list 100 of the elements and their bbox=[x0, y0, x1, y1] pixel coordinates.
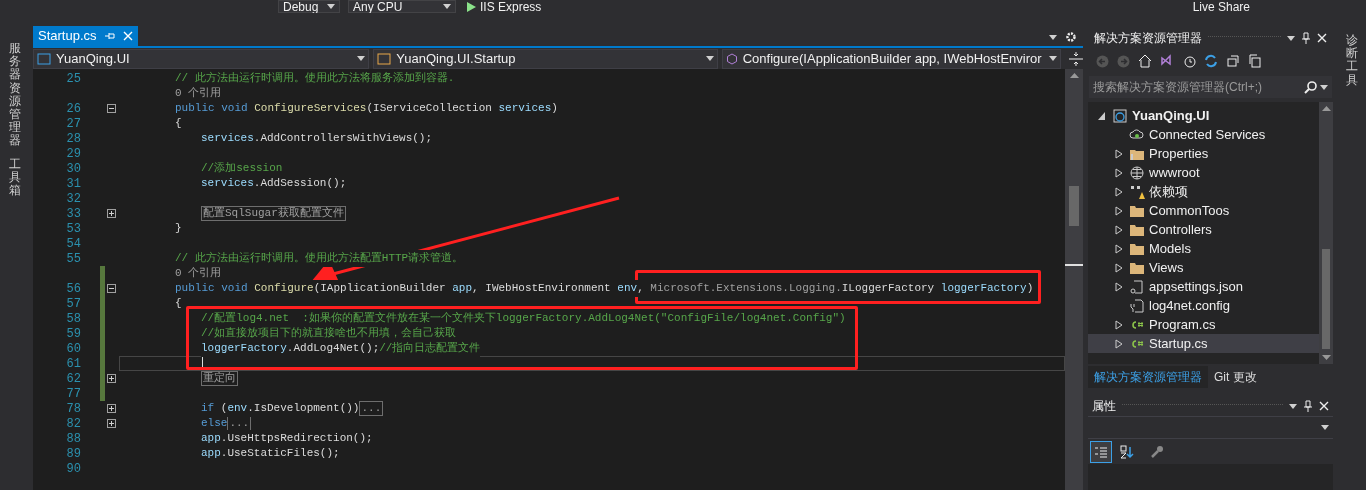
side-tab[interactable]: 服务器资源管理器 bbox=[9, 42, 21, 148]
line-number: 60 bbox=[65, 340, 81, 358]
code-token: //指向日志配置文件 bbox=[379, 340, 481, 357]
close-icon[interactable] bbox=[1319, 401, 1329, 411]
scrollbar-thumb[interactable] bbox=[1322, 249, 1330, 349]
copy-icon[interactable] bbox=[1248, 54, 1262, 68]
sort-down-icon bbox=[1120, 444, 1134, 459]
collapsed-triangle-icon[interactable] bbox=[1115, 167, 1123, 178]
line-number: 25 bbox=[65, 70, 81, 88]
collapse-icon[interactable] bbox=[107, 284, 116, 293]
collapsed-triangle-icon[interactable] bbox=[1115, 281, 1123, 292]
tree-item[interactable]: Properties bbox=[1088, 144, 1319, 163]
tree-item[interactable]: appsettings.json bbox=[1088, 277, 1319, 296]
code-token: .IsDevelopment()) bbox=[247, 400, 360, 417]
split-icon[interactable] bbox=[1069, 51, 1083, 66]
json-file-icon bbox=[1129, 278, 1145, 295]
line-number: 58 bbox=[65, 310, 81, 328]
toolbar-dropdown[interactable]: Any CPU bbox=[348, 0, 456, 13]
line-number: 29 bbox=[65, 145, 81, 163]
scroll-up-icon[interactable] bbox=[1069, 73, 1079, 78]
tree-item[interactable]: Models bbox=[1088, 239, 1319, 258]
collapsed-triangle-icon[interactable] bbox=[1115, 319, 1123, 330]
play-icon bbox=[466, 1, 476, 12]
tab-list-caret-icon bbox=[1049, 35, 1057, 40]
collapsed-region[interactable]: 配置SqlSugar获取配置文件 bbox=[201, 206, 346, 221]
collapsed-triangle-icon[interactable] bbox=[1115, 224, 1123, 235]
collapsed-triangle-icon[interactable] bbox=[1115, 148, 1123, 159]
visual-studio-icon[interactable] bbox=[1160, 54, 1174, 68]
panel-tab[interactable]: 解决方案资源管理器 bbox=[1088, 366, 1208, 388]
caret-icon bbox=[1289, 403, 1297, 409]
tree-item[interactable]: Startup.cs bbox=[1088, 334, 1319, 353]
tree-item[interactable]: wwwroot bbox=[1088, 163, 1319, 182]
config-file-icon bbox=[1129, 297, 1145, 314]
caret-icon bbox=[1287, 35, 1295, 41]
side-tab[interactable]: 工具箱 bbox=[9, 157, 21, 198]
expand-icon[interactable] bbox=[107, 374, 116, 383]
collapsed-triangle-icon[interactable] bbox=[1115, 243, 1123, 254]
categorized-view-button[interactable] bbox=[1090, 440, 1112, 463]
collapsed-triangle-icon[interactable] bbox=[1115, 338, 1123, 349]
line-number: 61 bbox=[65, 355, 81, 373]
tree-item[interactable]: YuanQing.UI bbox=[1088, 106, 1319, 125]
settings-icon[interactable] bbox=[1065, 31, 1077, 43]
collapsed-triangle-icon[interactable] bbox=[1115, 186, 1123, 197]
refresh-icon[interactable] bbox=[1204, 54, 1218, 68]
tree-scrollbar[interactable] bbox=[1319, 102, 1333, 364]
caret-icon bbox=[705, 56, 714, 61]
toolbar-dropdown[interactable]: Debug bbox=[278, 0, 340, 13]
tree-item[interactable]: Program.cs bbox=[1088, 315, 1319, 334]
side-tab[interactable]: 诊断工具 bbox=[1346, 34, 1358, 87]
collapse-all-icon[interactable] bbox=[1226, 54, 1240, 68]
tree-item[interactable]: 依赖项 bbox=[1088, 182, 1319, 201]
expand-icon[interactable] bbox=[107, 209, 116, 218]
close-icon[interactable] bbox=[1317, 33, 1327, 43]
collapsed-triangle-icon[interactable] bbox=[1115, 262, 1123, 273]
expanded-triangle-icon[interactable] bbox=[1098, 110, 1106, 121]
home-icon[interactable] bbox=[1138, 54, 1152, 68]
expand-icon[interactable] bbox=[107, 419, 116, 428]
run-button[interactable]: IIS Express bbox=[464, 0, 544, 13]
line-number: 62 bbox=[65, 370, 81, 388]
dependencies-warning-icon bbox=[1129, 183, 1145, 200]
history-icon[interactable] bbox=[1182, 54, 1196, 68]
navigation-dropdown[interactable]: Configure(IApplicationBuilder app, IWebHostEnviror bbox=[721, 48, 1061, 69]
line-number: 88 bbox=[65, 430, 81, 448]
reference-count-link[interactable]: 0 个引用 bbox=[175, 85, 222, 102]
code-token: env bbox=[617, 280, 638, 297]
scrollbar-thumb[interactable] bbox=[1069, 186, 1079, 226]
line-number: 77 bbox=[65, 385, 81, 403]
collapse-icon[interactable] bbox=[107, 104, 116, 113]
search-field[interactable]: 搜索解决方案资源管理器(Ctrl+;) bbox=[1089, 76, 1332, 98]
live-share-button[interactable]: Live Share bbox=[1192, 1, 1250, 13]
line-number: 78 bbox=[65, 400, 81, 418]
tree-item[interactable]: log4net.config bbox=[1088, 296, 1319, 315]
navigation-dropdown[interactable]: YuanQing.UI bbox=[33, 48, 370, 69]
collapsed-region[interactable]: 重定向 bbox=[201, 371, 238, 386]
globe-icon bbox=[1129, 164, 1145, 181]
tree-item[interactable]: Connected Services bbox=[1088, 125, 1319, 144]
search-icon[interactable] bbox=[1304, 80, 1317, 94]
scroll-down-icon[interactable] bbox=[1321, 355, 1331, 360]
line-number: 33 bbox=[65, 205, 81, 223]
tree-item[interactable]: CommonToos bbox=[1088, 201, 1319, 220]
line-number: 27 bbox=[65, 115, 81, 133]
caret-icon bbox=[443, 4, 451, 9]
pin-icon[interactable] bbox=[1303, 400, 1313, 412]
pin-icon[interactable] bbox=[1301, 32, 1311, 44]
vertical-scrollbar[interactable] bbox=[1065, 69, 1083, 490]
tree-item[interactable]: Views bbox=[1088, 258, 1319, 277]
cube-icon bbox=[725, 52, 738, 65]
tree-item[interactable]: Controllers bbox=[1088, 220, 1319, 239]
line-number: 54 bbox=[65, 235, 81, 253]
line-number: 28 bbox=[65, 130, 81, 148]
navigation-dropdown[interactable]: YuanQing.UI.Startup bbox=[373, 48, 718, 69]
caret-icon bbox=[1321, 425, 1329, 430]
collapsed-triangle-icon[interactable] bbox=[1115, 205, 1123, 216]
scroll-up-icon[interactable] bbox=[1321, 106, 1331, 111]
collapsed-region[interactable]: ... bbox=[359, 401, 384, 416]
reference-count-link[interactable]: 0 个引用 bbox=[175, 265, 222, 282]
line-number: 55 bbox=[65, 250, 81, 268]
line-number: 82 bbox=[65, 415, 81, 433]
expand-icon[interactable] bbox=[107, 404, 116, 413]
line-number: 59 bbox=[65, 325, 81, 343]
